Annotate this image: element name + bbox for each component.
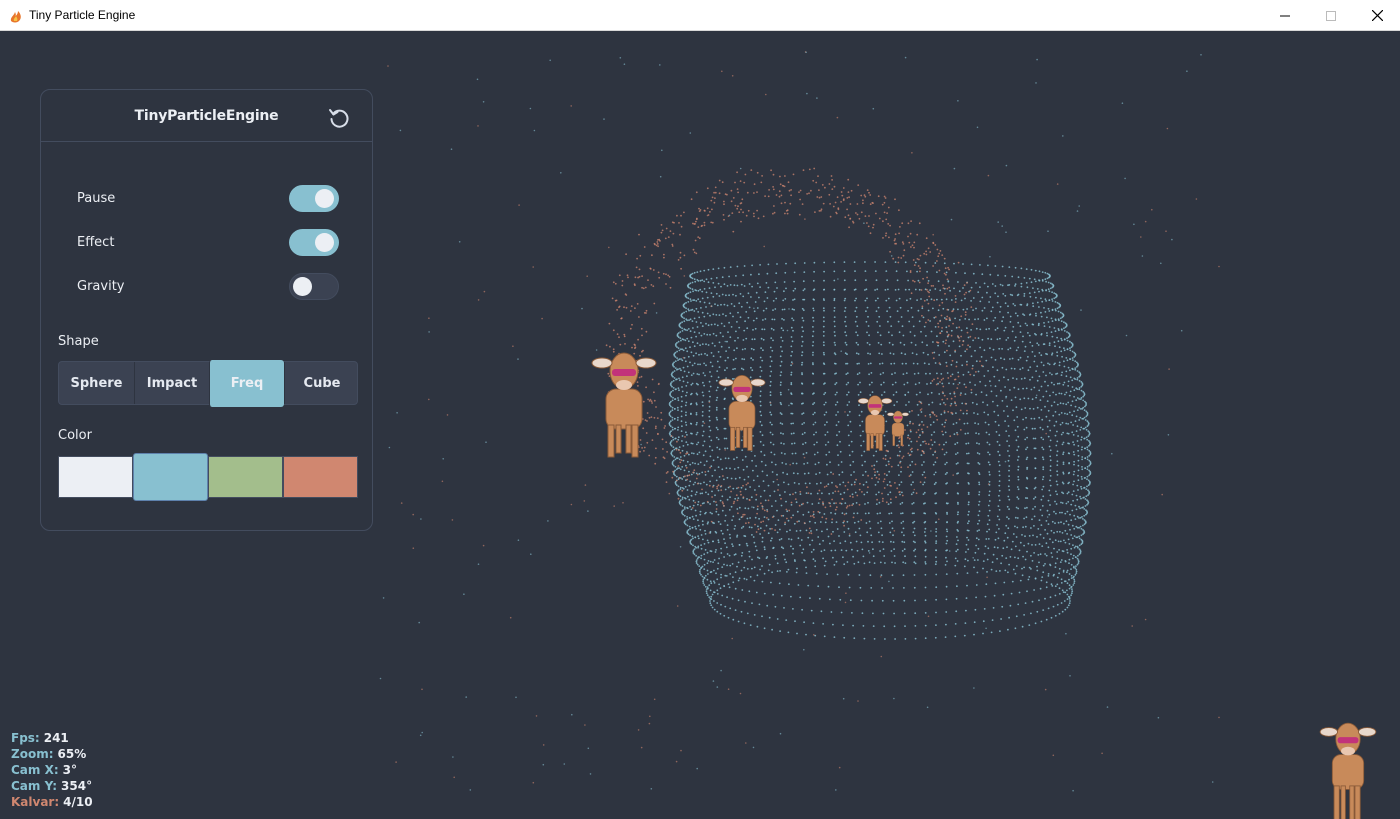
cow-sprite-icon (887, 410, 909, 446)
cow-sprite-icon (591, 352, 657, 458)
color-swatch-white[interactable] (58, 456, 133, 498)
cow-sprite-icon (718, 374, 766, 451)
panel-header: TinyParticleEngine (41, 90, 372, 142)
maximize-icon (1326, 10, 1336, 21)
color-swatch-green[interactable] (208, 456, 283, 498)
shape-button-cube[interactable]: Cube (284, 362, 359, 404)
close-button[interactable] (1354, 0, 1400, 31)
toggle-row-effect: Effect (77, 229, 339, 257)
toggle-knob (315, 189, 334, 208)
stat-kalvar: Kalvar: 4/10 (11, 795, 93, 809)
stat-fps: Fps: 241 (11, 731, 69, 745)
stat-cam-y: Cam Y: 354° (11, 779, 93, 793)
window-title: Tiny Particle Engine (29, 8, 136, 22)
shape-button-freq[interactable]: Freq (209, 360, 284, 407)
gravity-toggle[interactable] (289, 273, 339, 300)
toggle-label: Pause (77, 191, 116, 206)
color-selector (58, 453, 358, 501)
flame-icon (10, 11, 21, 23)
toggle-row-pause: Pause (77, 185, 339, 213)
toggle-label: Gravity (77, 279, 125, 294)
toggle-label: Effect (77, 235, 115, 250)
toggle-knob (315, 233, 334, 252)
minimize-icon (1280, 15, 1290, 16)
maximize-button[interactable] (1308, 0, 1354, 31)
stats-overlay: Fps: 241 Zoom: 65% Cam X: 3° Cam Y: 354° Kal… (11, 730, 93, 810)
toggle-row-gravity: Gravity (77, 273, 339, 301)
shape-button-sphere[interactable]: Sphere (59, 362, 134, 404)
shape-selector: Sphere Impact Freq Cube (58, 360, 359, 407)
panel-title: TinyParticleEngine (134, 108, 279, 124)
color-section-label: Color (58, 428, 92, 443)
pause-toggle[interactable] (289, 185, 339, 212)
shape-button-impact[interactable]: Impact (134, 362, 209, 404)
toggle-knob (293, 277, 312, 296)
stat-cam-x: Cam X: 3° (11, 763, 77, 777)
color-swatch-orange[interactable] (283, 456, 358, 498)
minimize-button[interactable] (1262, 0, 1308, 31)
window-titlebar: Tiny Particle Engine (0, 0, 1400, 31)
shape-section-label: Shape (58, 334, 99, 349)
color-swatch-blue[interactable] (133, 453, 208, 501)
reset-icon[interactable] (328, 107, 350, 129)
cow-corner-icon (1319, 722, 1377, 819)
stat-zoom: Zoom: 65% (11, 747, 87, 761)
control-panel: TinyParticleEngine Pause Effect Gravity … (40, 89, 373, 531)
effect-toggle[interactable] (289, 229, 339, 256)
close-icon (1371, 10, 1383, 21)
